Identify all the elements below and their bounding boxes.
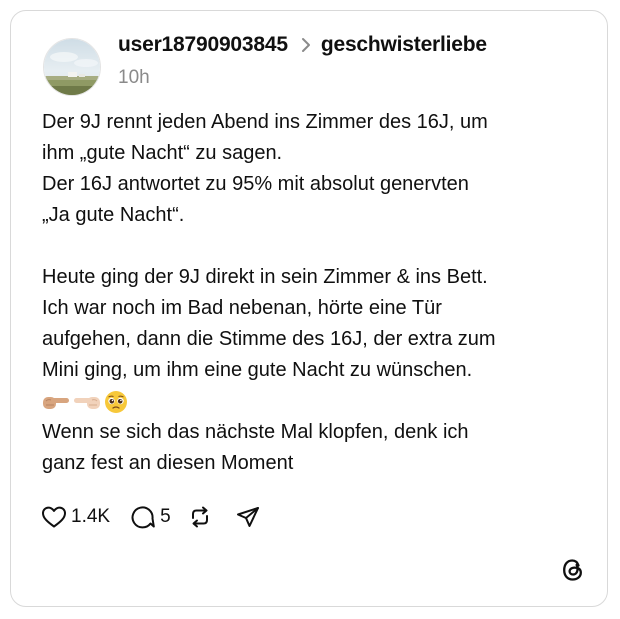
post-text-line: ihm „gute Nacht“ zu sagen. <box>42 142 283 164</box>
like-count: 1.4K <box>71 506 111 527</box>
post-text-line: aufgehen, dann die Stimme des 16J, der e… <box>42 328 496 350</box>
post-text-line: Wenn se sich das nächste Mal klopfen, de… <box>42 421 469 443</box>
username-link[interactable]: user18790903845 <box>118 33 288 57</box>
emoji-row <box>42 386 602 417</box>
post-text-line: ganz fest an diesen Moment <box>42 452 294 474</box>
post-text-line: Mini ging, um ihm eine gute Nacht zu wün… <box>42 359 473 381</box>
post-text-line: Der 9J rennt jeden Abend ins Zimmer des … <box>42 111 488 133</box>
post-timestamp[interactable]: 10h <box>118 67 150 89</box>
post-text-line: Der 16J antwortet zu 95% mit absolut gen… <box>42 173 469 195</box>
post-card: user18790903845 geschwisterliebe 10h Der… <box>10 10 608 607</box>
pointing-left-icon <box>74 396 100 409</box>
like-button[interactable]: 1.4K <box>41 505 110 529</box>
pointing-right-icon <box>43 396 69 409</box>
threads-logo-icon[interactable] <box>559 556 587 584</box>
repost-button[interactable] <box>187 505 213 529</box>
share-icon <box>236 507 259 527</box>
action-bar: 1.4K 5 <box>41 501 261 533</box>
avatar[interactable] <box>43 38 101 96</box>
repost-icon <box>191 506 208 528</box>
avatar-image <box>44 39 100 95</box>
comment-icon <box>131 506 155 529</box>
post-text-line: Ich war noch im Bad nebenan, hörte eine … <box>42 297 442 319</box>
reply-button[interactable]: 5 <box>130 505 171 529</box>
reply-count: 5 <box>160 506 171 527</box>
chevron-right-icon <box>296 37 316 53</box>
community-link[interactable]: geschwisterliebe <box>321 33 487 57</box>
post-text: Der 9J rennt jeden Abend ins Zimmer des … <box>42 107 602 479</box>
post-text-line: „Ja gute Nacht“. <box>42 204 185 226</box>
share-button[interactable] <box>235 505 261 529</box>
post-header: user18790903845 geschwisterliebe <box>118 29 487 61</box>
post-text-line: Heute ging der 9J direkt in sein Zimmer … <box>42 266 488 288</box>
pleading-face-icon <box>105 390 127 413</box>
heart-icon <box>42 506 66 528</box>
